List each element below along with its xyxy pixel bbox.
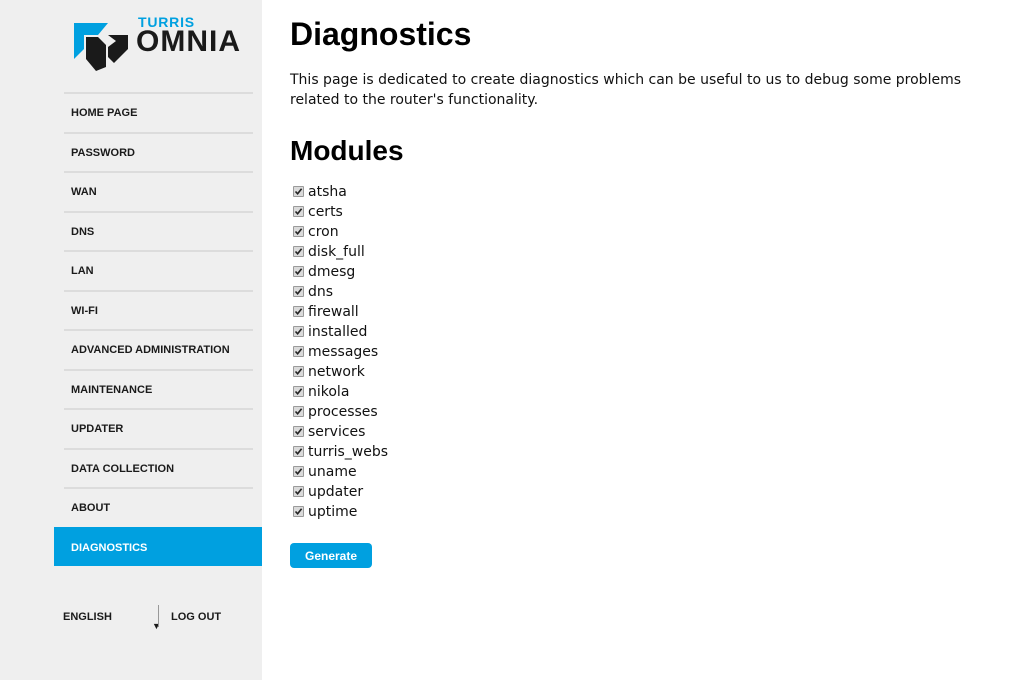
page-title: Diagnostics	[290, 16, 472, 52]
sidebar-item-home-page[interactable]: HOME PAGE	[64, 92, 253, 132]
module-checkbox[interactable]	[293, 466, 304, 477]
module-label: cron	[308, 224, 339, 240]
module-checkbox[interactable]	[293, 266, 304, 277]
checkmark-icon	[294, 488, 303, 496]
checkmark-icon	[294, 268, 303, 276]
module-checkbox[interactable]	[293, 206, 304, 217]
language-select[interactable]: ENGLISH ▼	[63, 603, 161, 631]
checkmark-icon	[294, 248, 303, 256]
caret-down-icon: ▼	[152, 621, 161, 631]
sidebar-footer: ENGLISH ▼ LOG OUT	[54, 603, 262, 631]
module-checkbox[interactable]	[293, 246, 304, 257]
sidebar-item-password[interactable]: PASSWORD	[64, 131, 253, 172]
checkmark-icon	[294, 308, 303, 316]
module-checkbox[interactable]	[293, 506, 304, 517]
sidebar-item-data-collection[interactable]: DATA COLLECTION	[64, 447, 253, 488]
module-checkbox[interactable]	[293, 386, 304, 397]
sidebar-item-advanced-administration[interactable]: ADVANCED ADMINISTRATION	[64, 329, 253, 369]
page-intro: This page is dedicated to create diagnos…	[290, 72, 962, 108]
checkmark-icon	[294, 188, 303, 196]
module-label: processes	[308, 404, 378, 420]
module-checkbox[interactable]	[293, 486, 304, 497]
module-checkbox[interactable]	[293, 286, 304, 297]
sidebar: TURRIS OMNIA HOME PAGE PASSWORD WAN DNS …	[0, 0, 262, 680]
sidebar-item-wan[interactable]: WAN	[64, 171, 253, 211]
module-label: atsha	[308, 184, 347, 200]
checkmark-icon	[294, 388, 303, 396]
module-label: turris_webs	[308, 444, 389, 460]
checkmark-icon	[294, 348, 303, 356]
module-checkbox[interactable]	[293, 426, 304, 437]
module-label: uname	[308, 464, 357, 480]
module-label: messages	[308, 344, 379, 360]
checkmark-icon	[294, 328, 303, 336]
sidebar-item-wi-fi[interactable]: WI-FI	[64, 289, 253, 330]
module-label: network	[308, 364, 365, 380]
turris-omnia-logo[interactable]: TURRIS OMNIA	[72, 14, 247, 72]
module-label: uptime	[308, 504, 358, 520]
module-label: certs	[308, 204, 343, 220]
sidebar-item-diagnostics[interactable]: DIAGNOSTICS	[54, 526, 262, 566]
logo-mark-icon	[74, 23, 128, 71]
module-checkbox[interactable]	[293, 346, 304, 357]
footer-divider	[158, 605, 159, 627]
module-label: services	[308, 424, 366, 440]
sidebar-nav: HOME PAGE PASSWORD WAN DNS LAN WI-FI ADV…	[54, 92, 262, 566]
module-label: nikola	[308, 384, 350, 400]
checkmark-icon	[294, 448, 303, 456]
module-checkbox[interactable]	[293, 446, 304, 457]
generate-button[interactable]: Generate	[290, 543, 372, 568]
module-label: dns	[308, 284, 334, 300]
checkmark-icon	[294, 428, 303, 436]
checkmark-icon	[294, 508, 303, 516]
logo-text-big: OMNIA	[136, 25, 241, 58]
module-label: updater	[308, 484, 364, 500]
sidebar-item-lan[interactable]: LAN	[64, 250, 253, 290]
module-checkbox[interactable]	[293, 326, 304, 337]
module-checkbox[interactable]	[293, 226, 304, 237]
checkmark-icon	[294, 208, 303, 216]
logout-link[interactable]: LOG OUT	[171, 603, 221, 631]
sidebar-item-about[interactable]: ABOUT	[64, 487, 253, 527]
checkmark-icon	[294, 468, 303, 476]
modules-heading: Modules	[290, 135, 404, 166]
module-checkbox[interactable]	[293, 366, 304, 377]
checkmark-icon	[294, 368, 303, 376]
sidebar-item-updater[interactable]: UPDATER	[64, 408, 253, 448]
module-checkbox[interactable]	[293, 186, 304, 197]
module-checkbox[interactable]	[293, 306, 304, 317]
checkmark-icon	[294, 288, 303, 296]
module-label: installed	[308, 324, 368, 340]
module-checkbox[interactable]	[293, 406, 304, 417]
checkmark-icon	[294, 408, 303, 416]
sidebar-item-maintenance[interactable]: MAINTENANCE	[64, 368, 253, 409]
language-label: ENGLISH	[63, 611, 112, 623]
sidebar-item-dns[interactable]: DNS	[64, 210, 253, 251]
checkmark-icon	[294, 228, 303, 236]
module-label: firewall	[308, 304, 359, 320]
module-label: disk_full	[308, 244, 365, 260]
module-label: dmesg	[308, 264, 356, 280]
